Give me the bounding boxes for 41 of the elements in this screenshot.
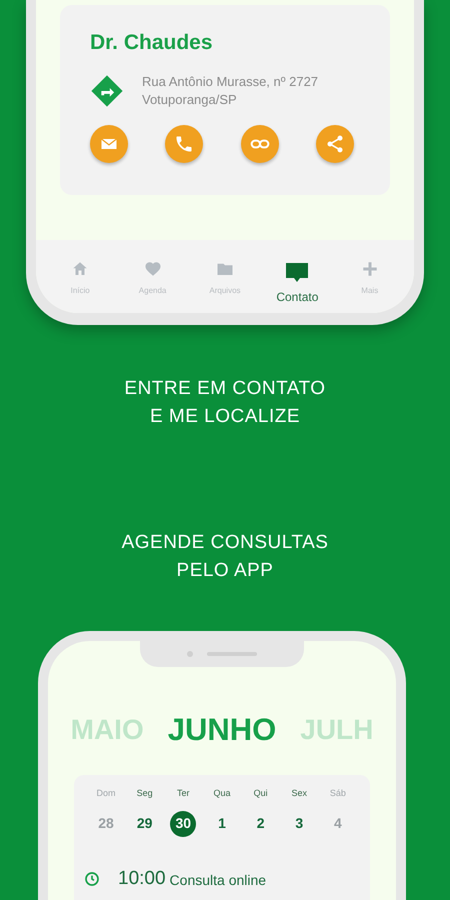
link-button[interactable]	[240, 124, 279, 162]
nav-tab[interactable]: Contato	[266, 260, 328, 306]
heart-icon	[144, 260, 162, 278]
day-number[interactable]: 1	[208, 810, 235, 837]
day-number[interactable]: 30	[170, 810, 196, 837]
day-number[interactable]: 28	[93, 810, 119, 837]
nav-tab[interactable]: Arquivos	[194, 260, 256, 297]
weekday-label: Seg	[136, 787, 153, 800]
caption-line: E ME LOCALIZE	[150, 404, 300, 429]
weekday-label: Dom	[96, 787, 116, 800]
weekday-label: Sáb	[330, 787, 346, 800]
weekday-label: Qua	[213, 787, 230, 800]
weekday-label: Qui	[254, 787, 268, 800]
caption-line: ENTRE EM CONTATO	[124, 376, 326, 401]
chat-icon	[285, 260, 310, 284]
caption-line: PELO APP	[176, 558, 274, 583]
event-title: Consulta online	[170, 871, 266, 890]
weekday-label: Ter	[177, 787, 190, 800]
share-icon	[324, 134, 345, 154]
email-button[interactable]	[90, 124, 128, 162]
plus-icon	[360, 260, 379, 278]
nav-tab[interactable]: Agenda	[122, 260, 184, 297]
phone-icon	[174, 134, 194, 154]
doctor-name: Dr. Chaudes	[90, 30, 214, 56]
clock-icon	[84, 871, 100, 888]
directions-icon[interactable]	[90, 74, 124, 108]
home-icon	[71, 260, 90, 278]
nav-tab[interactable]: Início	[49, 260, 112, 297]
share-button[interactable]	[316, 124, 354, 162]
month-label[interactable]: JUNHO	[168, 706, 276, 754]
address-line: Rua Antônio Murasse, nº 2727	[142, 72, 318, 90]
address-line: Votuporanga/SP	[142, 90, 238, 108]
event-time: 10:00	[118, 866, 166, 891]
day-number[interactable]: 4	[324, 810, 351, 837]
day-number[interactable]: 2	[248, 810, 274, 837]
nav-tab[interactable]: Mais	[338, 260, 401, 297]
phone-button[interactable]	[165, 124, 204, 162]
caption-line: AGENDE CONSULTAS	[122, 530, 328, 555]
weekday-label: Sex	[292, 787, 308, 800]
day-number[interactable]: 3	[286, 810, 312, 837]
day-number[interactable]: 29	[132, 810, 158, 837]
